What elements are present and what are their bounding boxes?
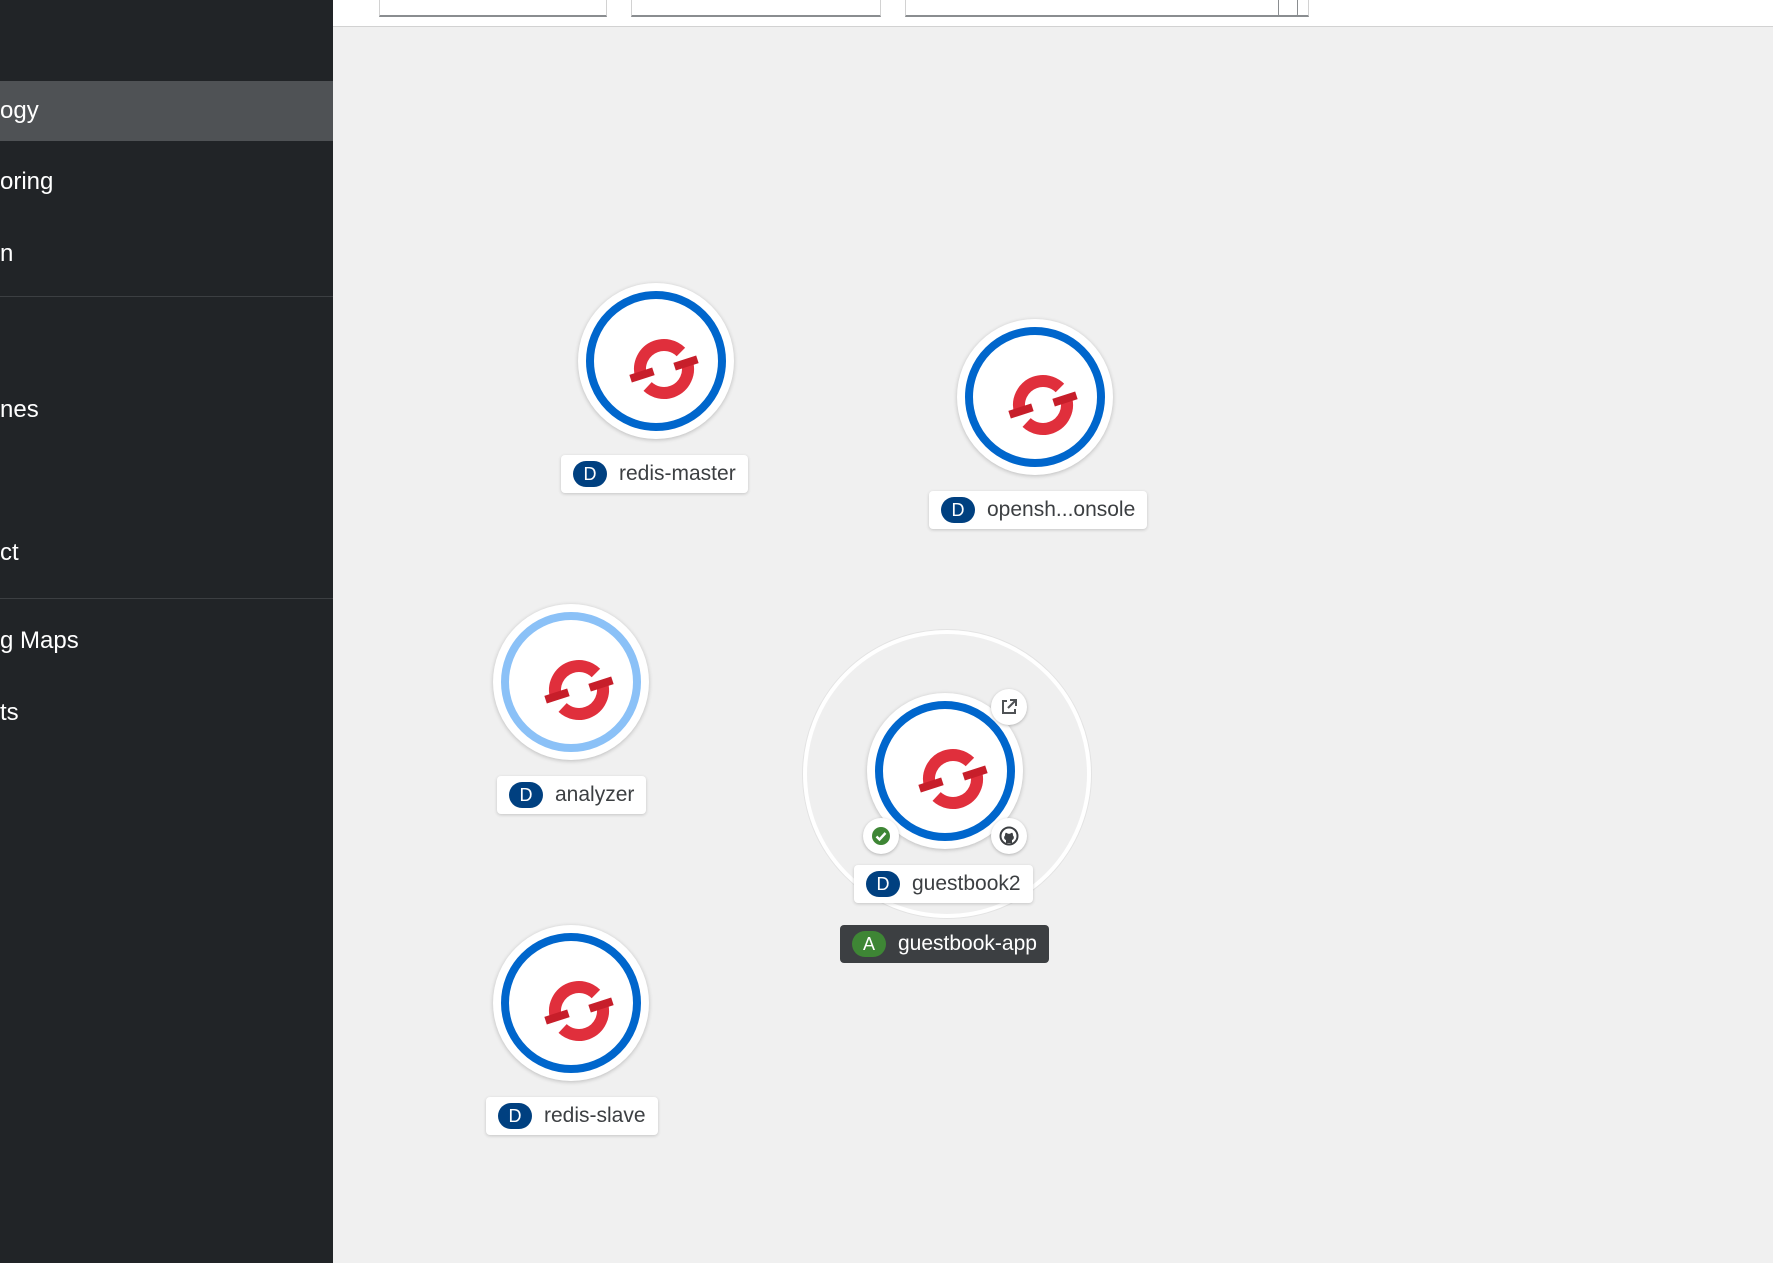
sidebar-divider [0,598,333,599]
sidebar-item-label: ts [0,699,19,726]
sidebar-item-secrets[interactable]: ts [0,683,333,743]
openshift-logo-icon [913,739,993,819]
sidebar-item-topology[interactable]: ogy [0,81,333,141]
node-name: guestbook2 [912,872,1021,895]
deployment-badge: D [941,497,975,523]
node-name: redis-master [619,462,736,485]
sidebar-divider [0,296,333,297]
application-label[interactable]: A guestbook-app [840,925,1049,963]
sidebar-item-project[interactable]: ct [0,523,333,583]
sidebar-item-label: n [0,240,14,267]
sidebar-item-config-maps[interactable]: g Maps [0,611,333,671]
deployment-badge: D [866,871,900,897]
github-icon-glyph [999,826,1019,846]
topology-toolbar [333,0,1773,27]
deployment-badge: D [509,782,543,808]
node-ring [501,933,641,1073]
find-by-name-input[interactable] [905,0,1309,17]
status-check-icon[interactable] [863,818,899,854]
node-label[interactable]: D redis-slave [486,1097,658,1135]
sidebar-item-label: ogy [0,97,39,124]
openshift-logo-icon [624,329,704,409]
node-ring [875,701,1015,841]
filter-dropdown[interactable] [631,0,881,17]
node-disc [578,283,734,439]
application-badge: A [852,931,886,957]
node-name: analyzer [555,783,635,806]
openshift-logo-icon [539,971,619,1051]
node-ring [501,612,641,752]
node-disc [493,604,649,760]
check-circle-icon [872,827,890,845]
node-disc [957,319,1113,475]
github-icon[interactable] [991,818,1027,854]
deployment-badge: D [498,1103,532,1129]
node-label[interactable]: D guestbook2 [854,865,1033,903]
sidebar-item-monitoring[interactable]: oring [0,152,333,212]
openshift-logo-icon [1003,365,1083,445]
external-link-icon[interactable] [991,689,1027,725]
sidebar-item-label: g Maps [0,627,79,654]
openshift-logo-icon [539,650,619,730]
node-name: redis-slave [544,1104,646,1127]
node-ring [965,327,1105,467]
node-label[interactable]: D redis-master [561,455,748,493]
node-disc [493,925,649,1081]
node-name: opensh...onsole [987,498,1136,521]
sidebar-item-label: ct [0,539,19,566]
sidebar-item-label: nes [0,396,39,423]
node-label[interactable]: D analyzer [497,776,647,814]
node-ring [586,291,726,431]
external-link-icon-glyph [1002,699,1017,714]
node-label[interactable]: D opensh...onsole [929,491,1148,529]
sidebar-item-pipelines[interactable]: nes [0,380,333,440]
display-options-dropdown[interactable] [379,0,607,17]
sidebar: ogy oring n nes ct g Maps ts [0,0,333,1263]
checkbox[interactable] [1278,0,1298,15]
application-name: guestbook-app [898,932,1037,955]
sidebar-item-label: oring [0,168,54,195]
sidebar-item-search[interactable]: n [0,224,333,284]
deployment-badge: D [573,461,607,487]
